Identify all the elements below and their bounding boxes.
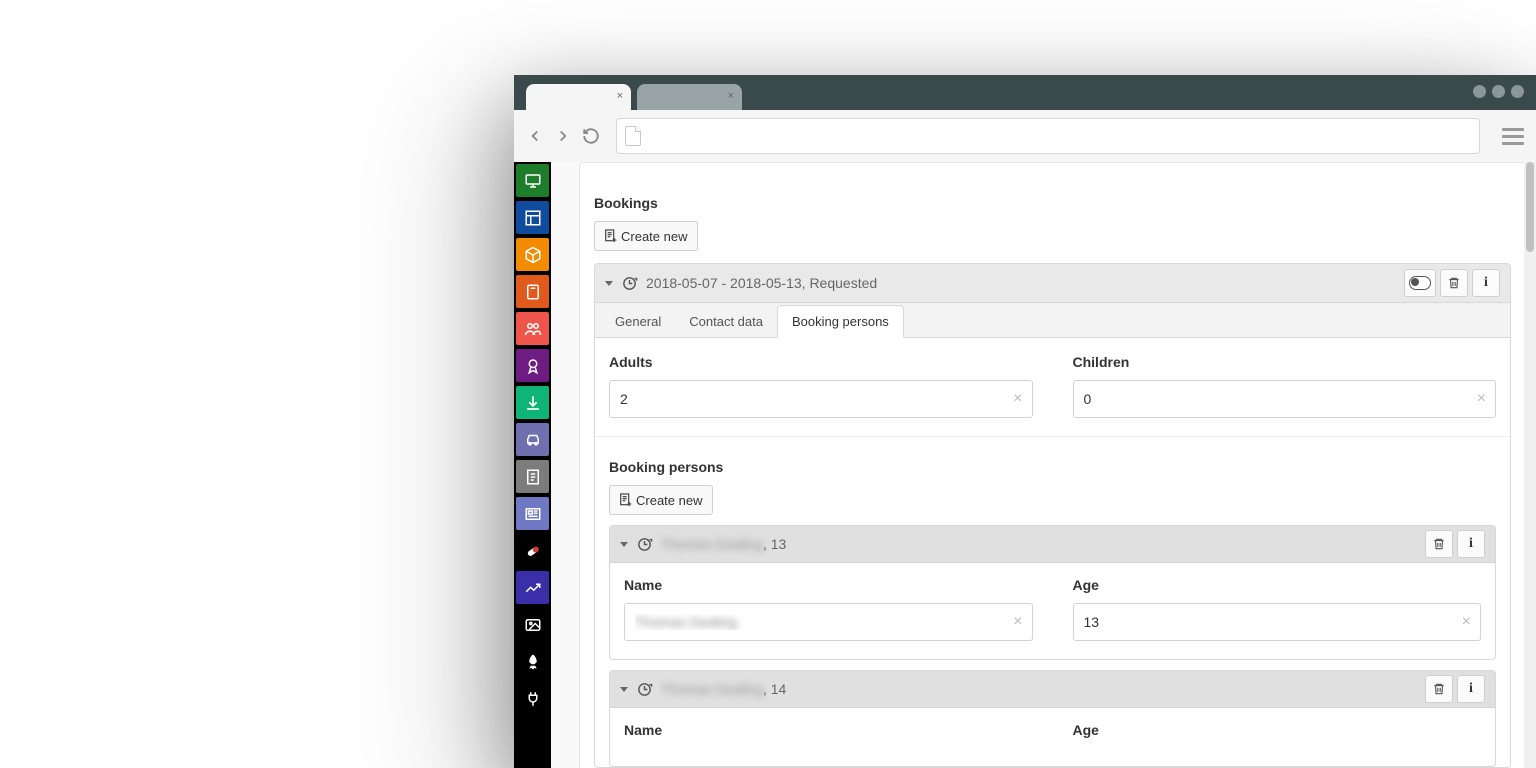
caret-down-icon[interactable]	[620, 687, 628, 692]
booking-persons-title: Booking persons	[609, 459, 1496, 475]
browser-window: × ×	[514, 75, 1536, 768]
clock-icon	[621, 275, 638, 292]
browser-tab-active[interactable]: ×	[526, 84, 631, 110]
trash-icon	[1432, 537, 1446, 551]
scrollbar[interactable]	[1524, 162, 1536, 768]
scroll-thumb[interactable]	[1526, 162, 1534, 252]
create-person-label: Create new	[636, 493, 702, 508]
sidebar-item-rocket[interactable]	[516, 645, 549, 678]
delete-button[interactable]	[1425, 675, 1453, 703]
main-card: Bookings Create new 2018-05-07 - 2018-05…	[579, 162, 1526, 768]
adults-label: Adults	[609, 354, 1033, 370]
person-name-input[interactable]	[624, 603, 1033, 641]
info-icon: i	[1469, 536, 1473, 552]
info-button[interactable]: i	[1457, 530, 1485, 558]
create-person-button[interactable]: Create new	[609, 485, 713, 515]
sidebar-item-users[interactable]	[516, 312, 549, 345]
delete-button[interactable]	[1440, 269, 1468, 297]
window-close-icon[interactable]	[1511, 85, 1524, 98]
create-booking-label: Create new	[621, 229, 687, 244]
booking-header[interactable]: 2018-05-07 - 2018-05-13, Requested i	[595, 264, 1510, 303]
trash-icon	[1447, 276, 1461, 290]
person-age-label: Age	[1073, 577, 1482, 593]
create-new-icon	[618, 492, 634, 508]
info-button[interactable]: i	[1457, 675, 1485, 703]
person-entry: Thomas Dealing, 13 i Name	[609, 525, 1496, 660]
info-icon: i	[1469, 681, 1473, 697]
main-content: Bookings Create new 2018-05-07 - 2018-05…	[551, 162, 1536, 768]
clear-icon[interactable]: ×	[1477, 390, 1486, 408]
sidebar-item-layout[interactable]	[516, 201, 549, 234]
clear-icon[interactable]: ×	[1013, 390, 1022, 408]
nav-reload-button[interactable]	[582, 127, 600, 145]
nav-forward-button[interactable]	[554, 127, 572, 145]
page-icon	[625, 126, 641, 146]
sidebar-item-book[interactable]	[516, 275, 549, 308]
booking-persons-section: Booking persons Create new Thomas Dealin…	[595, 437, 1510, 767]
window-max-icon[interactable]	[1492, 85, 1505, 98]
bookings-title: Bookings	[594, 195, 1511, 211]
browser-menu-button[interactable]	[1502, 125, 1524, 147]
tab-contact-data[interactable]: Contact data	[675, 306, 777, 337]
booking-tabs: General Contact data Booking persons	[595, 303, 1510, 338]
window-controls	[1473, 85, 1524, 98]
app-sidebar	[514, 162, 551, 768]
booking-entry: 2018-05-07 - 2018-05-13, Requested i Gen…	[594, 263, 1511, 768]
sidebar-item-presentation[interactable]	[516, 164, 549, 197]
clock-icon	[636, 536, 653, 553]
delete-button[interactable]	[1425, 530, 1453, 558]
adults-input[interactable]	[609, 380, 1033, 418]
sidebar-item-analytics[interactable]	[516, 571, 549, 604]
sidebar-item-pill[interactable]	[516, 534, 549, 567]
children-label: Children	[1073, 354, 1497, 370]
url-bar[interactable]	[616, 118, 1480, 154]
children-input[interactable]	[1073, 380, 1497, 418]
booking-summary: 2018-05-07 - 2018-05-13, Requested	[646, 275, 877, 291]
create-booking-button[interactable]: Create new	[594, 221, 698, 251]
create-new-icon	[603, 228, 619, 244]
sidebar-item-car[interactable]	[516, 423, 549, 456]
sidebar-item-image[interactable]	[516, 608, 549, 641]
adults-children-row: Adults × Children ×	[595, 338, 1510, 437]
sidebar-item-download[interactable]	[516, 386, 549, 419]
tab-booking-persons[interactable]: Booking persons	[777, 305, 904, 338]
sidebar-item-news[interactable]	[516, 497, 549, 530]
sidebar-item-award[interactable]	[516, 349, 549, 382]
nav-back-button[interactable]	[526, 127, 544, 145]
person-name-label: Name	[624, 577, 1033, 593]
person-summary: Thomas Dealing, 14	[661, 681, 786, 697]
sidebar-item-package[interactable]	[516, 238, 549, 271]
clock-icon	[636, 681, 653, 698]
person-header[interactable]: Thomas Dealing, 13 i	[610, 526, 1495, 563]
person-summary: Thomas Dealing, 13	[661, 536, 786, 552]
clear-icon[interactable]: ×	[1462, 613, 1471, 631]
booking-header-actions: i	[1404, 269, 1500, 297]
caret-down-icon[interactable]	[605, 281, 613, 286]
person-age-label: Age	[1073, 722, 1482, 738]
tab-close-icon[interactable]: ×	[617, 90, 623, 102]
clear-icon[interactable]: ×	[1013, 613, 1022, 631]
info-button[interactable]: i	[1472, 269, 1500, 297]
trash-icon	[1432, 682, 1446, 696]
person-age-input[interactable]	[1073, 603, 1482, 641]
window-min-icon[interactable]	[1473, 85, 1486, 98]
tab-general[interactable]: General	[601, 306, 675, 337]
caret-down-icon[interactable]	[620, 542, 628, 547]
info-icon: i	[1484, 275, 1488, 291]
browser-toolbar	[514, 110, 1536, 163]
browser-tab-strip: × ×	[514, 75, 1536, 110]
person-header[interactable]: Thomas Dealing, 14 i	[610, 671, 1495, 708]
sidebar-item-plug[interactable]	[516, 682, 549, 715]
browser-tab-inactive[interactable]: ×	[637, 84, 742, 110]
person-entry: Thomas Dealing, 14 i Name	[609, 670, 1496, 767]
person-name-label: Name	[624, 722, 1033, 738]
tab-close-icon[interactable]: ×	[728, 90, 734, 102]
sidebar-item-notes[interactable]	[516, 460, 549, 493]
toggle-button[interactable]	[1404, 269, 1436, 297]
